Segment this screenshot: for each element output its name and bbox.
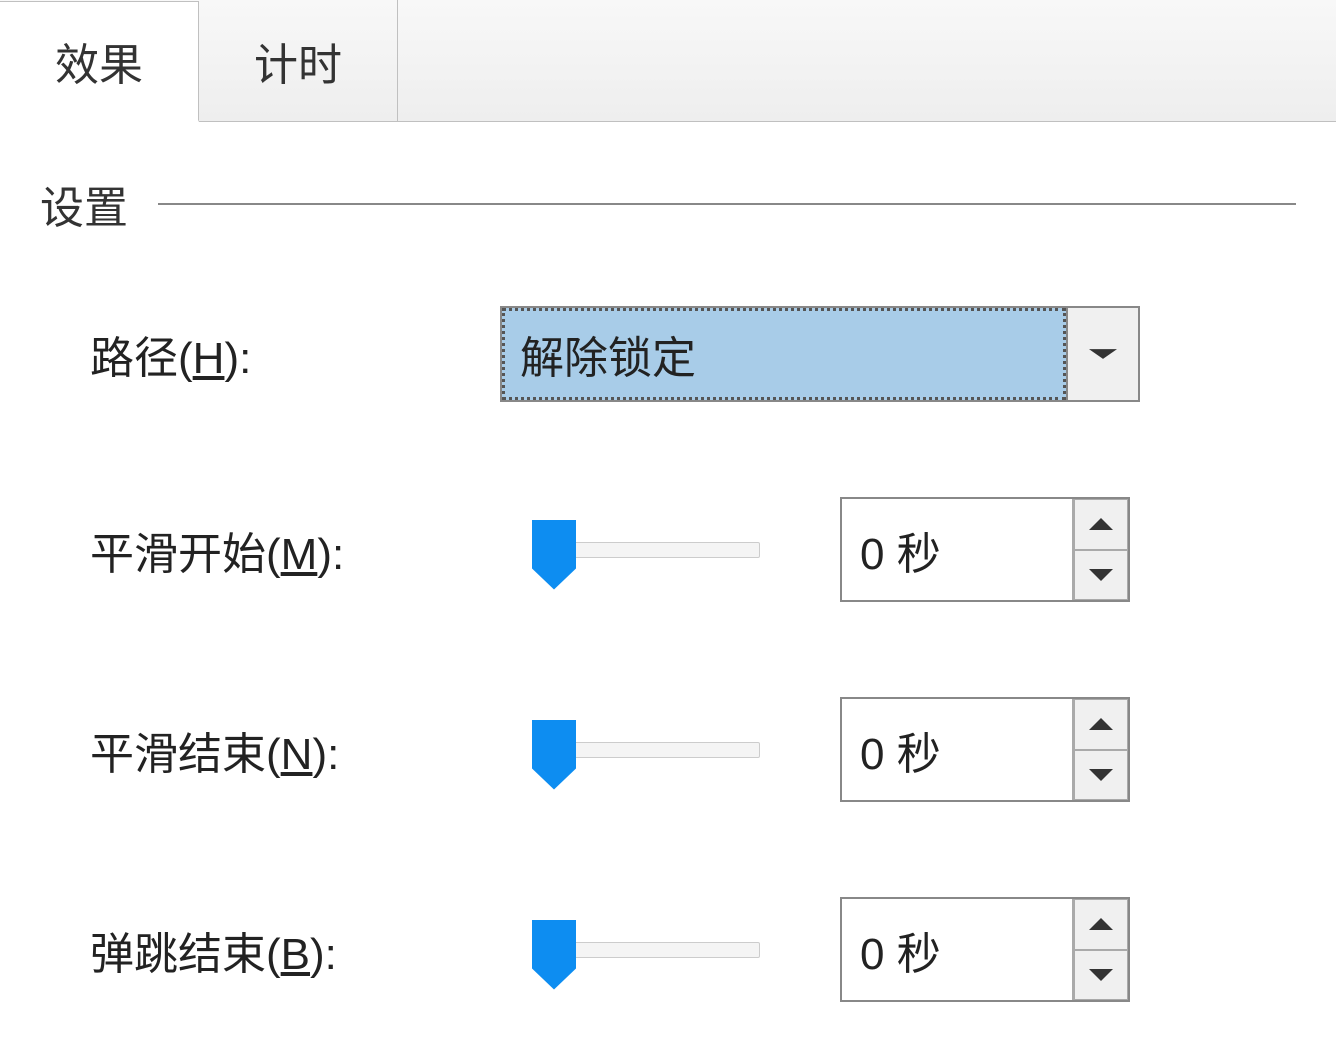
triangle-up-icon — [1089, 518, 1113, 530]
spinner-up-button[interactable] — [1074, 499, 1128, 550]
slider-thumb-icon[interactable] — [532, 720, 576, 790]
spinner-up-button[interactable] — [1074, 699, 1128, 750]
spinner-down-button[interactable] — [1074, 950, 1128, 1001]
slider-thumb-icon[interactable] — [532, 920, 576, 990]
spinner-smooth-end[interactable]: 0 秒 — [840, 697, 1130, 802]
spinner-smooth-start[interactable]: 0 秒 — [840, 497, 1130, 602]
slider-track — [560, 742, 760, 758]
chevron-down-icon — [1089, 349, 1117, 359]
slider-track — [560, 542, 760, 558]
field-row-smooth-end: 平滑结束(N): 0 秒 — [40, 697, 1296, 802]
slider-smooth-end[interactable] — [500, 710, 800, 790]
tab-effect-label: 效果 — [55, 29, 143, 93]
spinner-bounce-end[interactable]: 0 秒 — [840, 897, 1130, 1002]
field-row-smooth-start: 平滑开始(M): 0 秒 — [40, 497, 1296, 602]
triangle-up-icon — [1089, 918, 1113, 930]
dropdown-path-value: 解除锁定 — [502, 308, 1066, 400]
tab-effect[interactable]: 效果 — [0, 1, 199, 122]
spinner-up-button[interactable] — [1074, 899, 1128, 950]
spinner-buttons — [1072, 499, 1128, 600]
triangle-down-icon — [1089, 769, 1113, 781]
field-row-bounce-end: 弹跳结束(B): 0 秒 — [40, 897, 1296, 1002]
field-row-path: 路径(H): 解除锁定 — [40, 306, 1296, 402]
tab-content: 设置 路径(H): 解除锁定 平滑开始(M): 0 秒 — [0, 122, 1336, 1052]
slider-smooth-start[interactable] — [500, 510, 800, 590]
triangle-down-icon — [1089, 969, 1113, 981]
triangle-up-icon — [1089, 718, 1113, 730]
section-header: 设置 — [40, 172, 1296, 236]
spinner-buttons — [1072, 899, 1128, 1000]
label-smooth-end: 平滑结束(N): — [90, 718, 500, 782]
section-divider — [158, 203, 1296, 205]
spinner-bounce-end-value: 0 秒 — [842, 899, 1072, 1000]
tab-timing[interactable]: 计时 — [199, 0, 398, 121]
slider-thumb-icon[interactable] — [532, 520, 576, 590]
section-settings-label: 设置 — [40, 172, 128, 236]
tab-bar: 效果 计时 — [0, 0, 1336, 122]
tab-timing-label: 计时 — [254, 29, 342, 93]
label-bounce-end: 弹跳结束(B): — [90, 918, 500, 982]
spinner-down-button[interactable] — [1074, 550, 1128, 601]
spinner-smooth-end-value: 0 秒 — [842, 699, 1072, 800]
spinner-smooth-start-value: 0 秒 — [842, 499, 1072, 600]
slider-track — [560, 942, 760, 958]
label-path: 路径(H): — [90, 322, 500, 386]
triangle-down-icon — [1089, 569, 1113, 581]
dropdown-path-button[interactable] — [1066, 308, 1138, 400]
spinner-down-button[interactable] — [1074, 750, 1128, 801]
label-smooth-start: 平滑开始(M): — [90, 518, 500, 582]
spinner-buttons — [1072, 699, 1128, 800]
slider-bounce-end[interactable] — [500, 910, 800, 990]
dropdown-path[interactable]: 解除锁定 — [500, 306, 1140, 402]
